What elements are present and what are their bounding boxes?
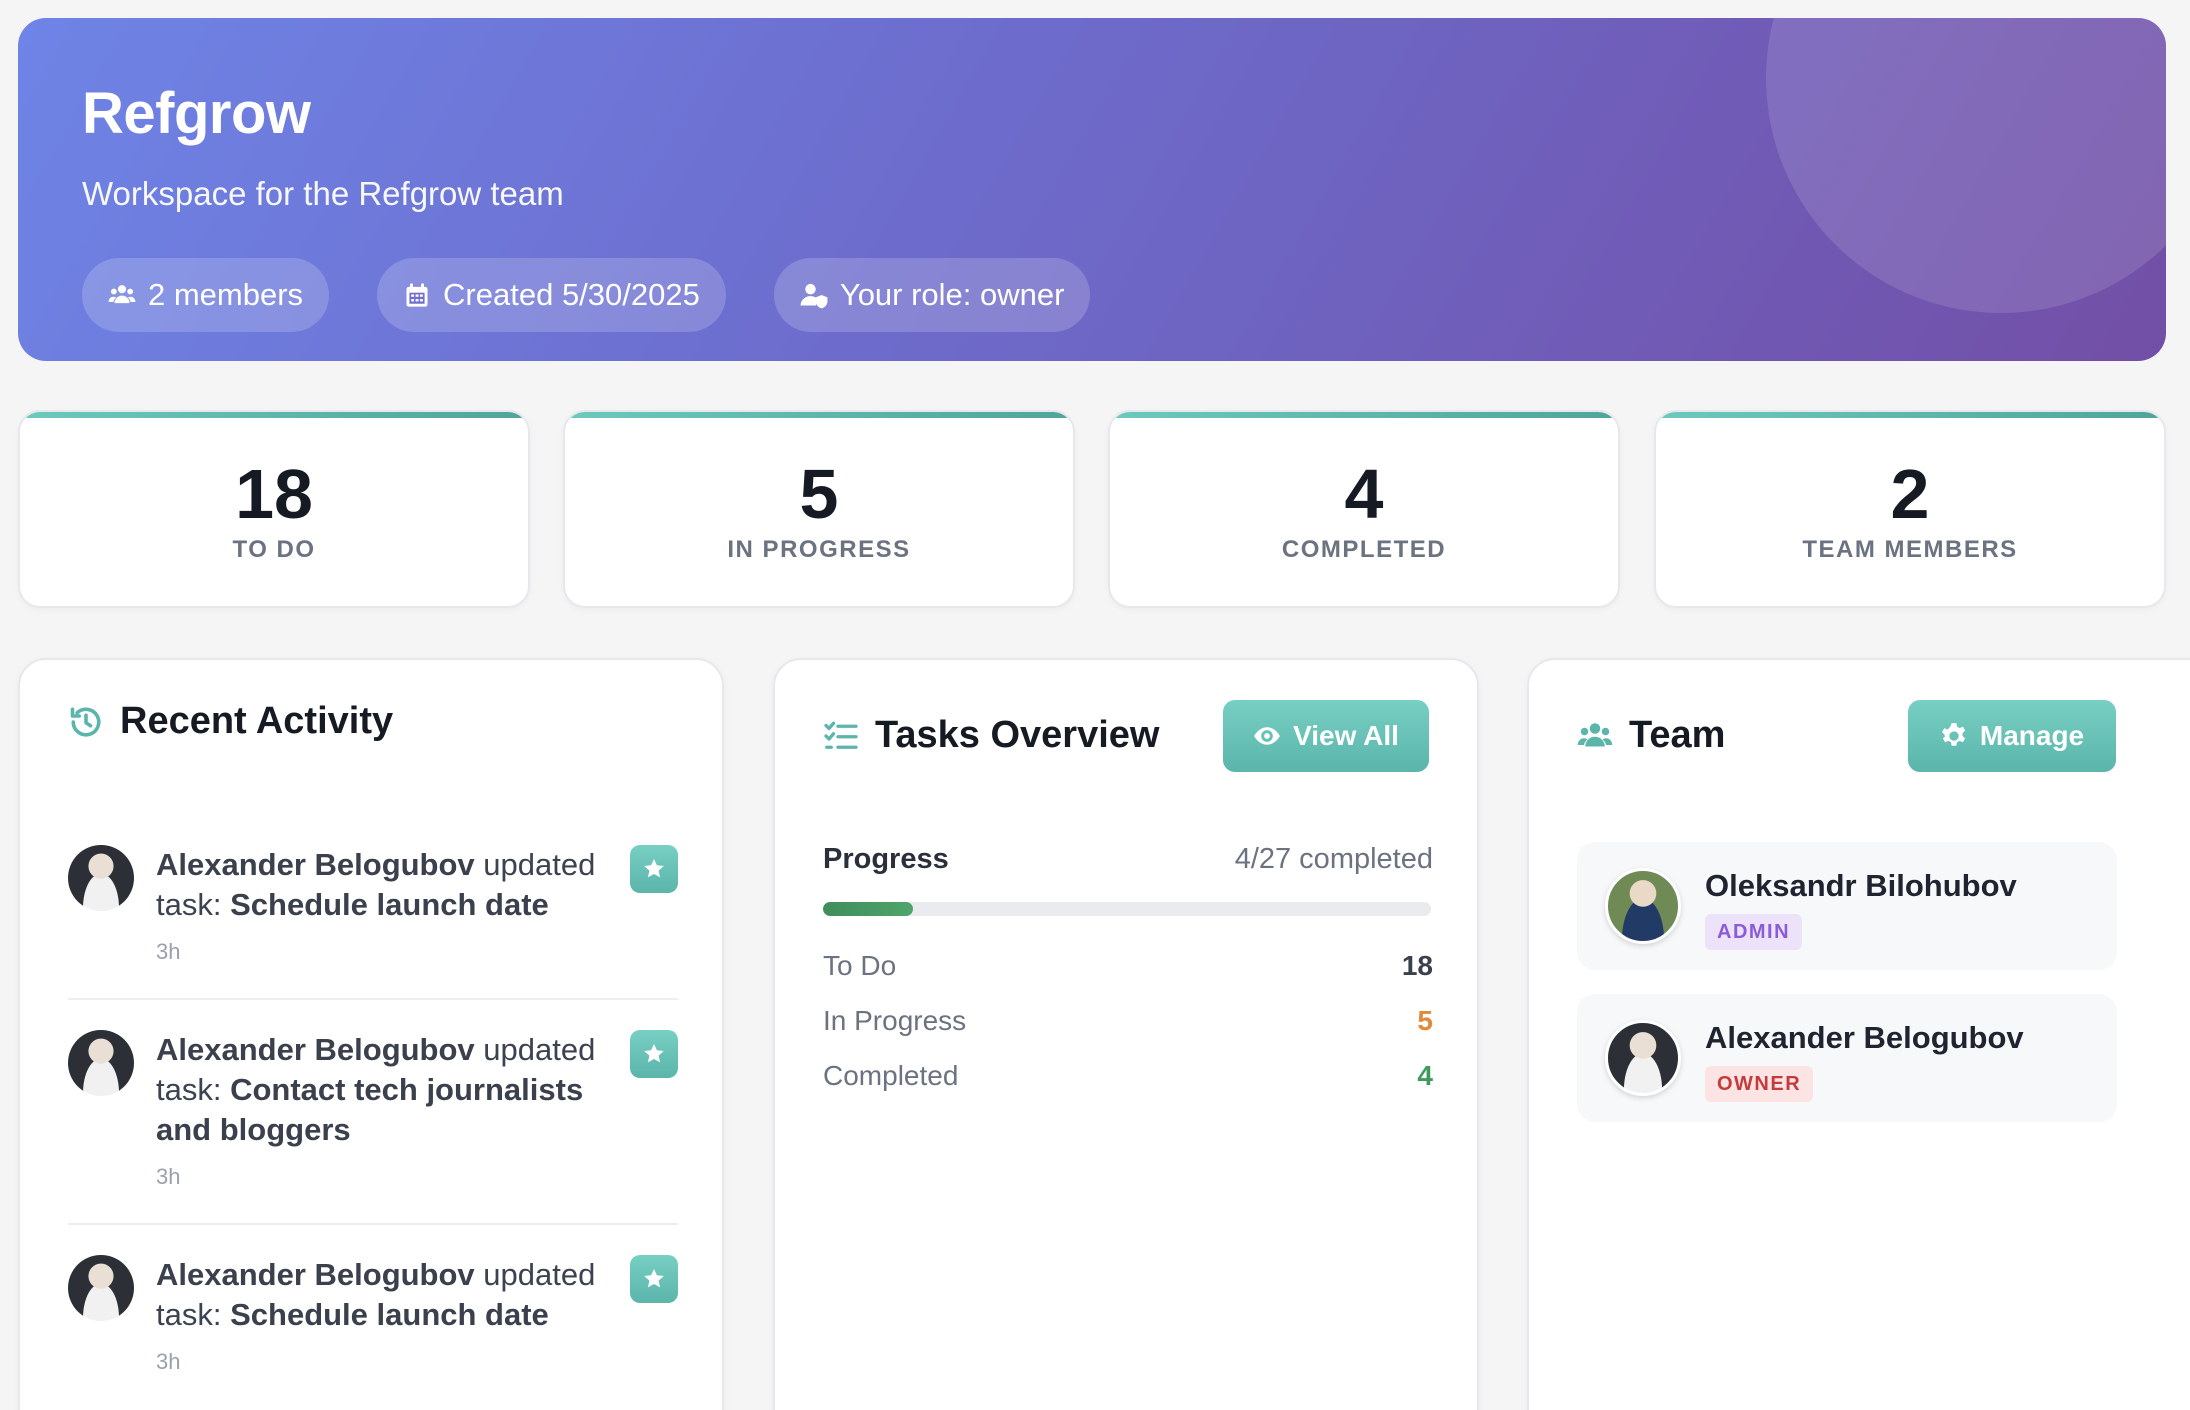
team-header: Team <box>1577 714 1725 757</box>
workspace-meta-pills: 2 members Created 5/30/2025 Your role: o… <box>82 258 1091 332</box>
stat-value: 5 <box>799 455 839 533</box>
users-icon <box>108 285 136 304</box>
activity-text: Alexander Belogubov updated task: Schedu… <box>156 1255 596 1335</box>
divider <box>68 1223 678 1225</box>
workspace-subtitle: Workspace for the Refgrow team <box>82 175 564 212</box>
avatar <box>1605 868 1681 944</box>
activity-item: Alexander Belogubov updated task: Contac… <box>68 1030 678 1200</box>
activity-task: Schedule launch date <box>230 887 549 922</box>
workspace-hero: Refgrow Workspace for the Refgrow team 2… <box>18 18 2166 361</box>
stat-label: IN PROGRESS <box>727 536 911 563</box>
member-name: Alexander Belogubov <box>1705 1020 2024 1055</box>
stat-value: 18 <box>235 455 313 533</box>
team-member-card[interactable]: Oleksandr Bilohubov ADMIN <box>1577 842 2117 970</box>
stat-value: 2 <box>1890 455 1930 533</box>
team-panel: Team Manage Oleksandr Bilohubov ADMIN Al… <box>1527 658 2190 1410</box>
stat-card-team-members: 2 TEAM MEMBERS <box>1654 410 2166 608</box>
view-all-button[interactable]: View All <box>1223 700 1429 772</box>
activity-item: Alexander Belogubov updated task: Schedu… <box>68 1255 678 1385</box>
manage-label: Manage <box>1979 720 2085 751</box>
stat-value: 4 <box>1344 455 1384 533</box>
star-icon <box>644 859 664 878</box>
tasks-overview-title: Tasks Overview <box>875 714 1160 756</box>
activity-task: Schedule launch date <box>230 1297 549 1332</box>
role-badge-owner: OWNER <box>1705 1066 1814 1102</box>
task-row-value: 4 <box>1417 1060 1433 1091</box>
divider <box>68 998 678 1000</box>
activity-user: Alexander Belogubov <box>156 847 475 882</box>
tasks-overview-panel: Tasks Overview View All Progress 4/27 co… <box>773 658 1479 1410</box>
activity-time: 3h <box>156 1349 181 1374</box>
activity-star-badge[interactable] <box>630 845 678 893</box>
activity-user: Alexander Belogubov <box>156 1257 475 1292</box>
members-pill: 2 members <box>82 258 330 332</box>
task-row-label: In Progress <box>823 1005 967 1036</box>
task-row-completed: Completed 4 <box>823 1060 1433 1100</box>
created-date: Created 5/30/2025 <box>443 277 700 312</box>
stat-label: COMPLETED <box>1281 536 1447 563</box>
role-pill: Your role: owner <box>773 258 1091 332</box>
activity-text: Alexander Belogubov updated task: Contac… <box>156 1030 596 1150</box>
progress-bar <box>823 902 1431 916</box>
stat-label: TEAM MEMBERS <box>1802 536 2018 563</box>
recent-activity-title: Recent Activity <box>120 700 394 742</box>
task-row-label: Completed <box>823 1060 959 1091</box>
star-icon <box>644 1269 664 1288</box>
list-check-icon <box>824 721 858 749</box>
avatar <box>68 1030 134 1096</box>
stats-row: 18 TO DO 5 IN PROGRESS 4 COMPLETED 2 TEA… <box>18 410 2166 608</box>
tasks-overview-header: Tasks Overview <box>823 714 1159 757</box>
progress-label: Progress <box>823 843 949 875</box>
stat-card-in-progress: 5 IN PROGRESS <box>563 410 1075 608</box>
team-member-card[interactable]: Alexander Belogubov OWNER <box>1577 994 2117 1122</box>
progress-bar-fill <box>823 902 913 916</box>
created-date-pill: Created 5/30/2025 <box>377 258 726 332</box>
calendar-icon <box>406 283 428 307</box>
recent-activity-header: Recent Activity <box>68 700 393 743</box>
user-role: Your role: owner <box>839 277 1065 312</box>
recent-activity-panel: Recent Activity Alexander Belogubov upda… <box>18 658 724 1410</box>
task-row-value: 18 <box>1401 950 1433 981</box>
avatar <box>68 845 134 911</box>
avatar <box>1605 1020 1681 1096</box>
view-all-label: View All <box>1293 720 1399 751</box>
team-title: Team <box>1629 714 1726 756</box>
members-count: 2 members <box>148 277 304 312</box>
progress-count: 4/27 completed <box>1234 843 1433 875</box>
gear-icon <box>1941 723 1966 746</box>
activity-time: 3h <box>156 939 181 964</box>
activity-user: Alexander Belogubov <box>156 1032 475 1067</box>
stat-card-todo: 18 TO DO <box>18 410 530 608</box>
users-icon <box>1577 722 1613 746</box>
activity-text: Alexander Belogubov updated task: Schedu… <box>156 845 596 925</box>
activity-star-badge[interactable] <box>630 1255 678 1303</box>
stat-label: TO DO <box>232 536 316 563</box>
task-row-value: 5 <box>1417 1005 1433 1036</box>
task-row-todo: To Do 18 <box>823 950 1433 990</box>
task-row-label: To Do <box>823 950 897 981</box>
activity-time: 3h <box>156 1164 181 1189</box>
activity-star-badge[interactable] <box>630 1030 678 1078</box>
member-name: Oleksandr Bilohubov <box>1705 868 2017 903</box>
eye-icon <box>1254 727 1280 745</box>
workspace-title: Refgrow <box>82 81 311 146</box>
star-icon <box>644 1044 664 1063</box>
role-badge-admin: ADMIN <box>1705 914 1803 950</box>
history-icon <box>70 706 101 737</box>
activity-item: Alexander Belogubov updated task: Schedu… <box>68 845 678 975</box>
manage-team-button[interactable]: Manage <box>1908 700 2116 772</box>
user-shield-icon <box>800 283 828 309</box>
stat-card-completed: 4 COMPLETED <box>1108 410 1620 608</box>
task-row-in-progress: In Progress 5 <box>823 1005 1433 1045</box>
avatar <box>68 1255 134 1321</box>
hero-decoration-circle <box>1766 18 2166 313</box>
